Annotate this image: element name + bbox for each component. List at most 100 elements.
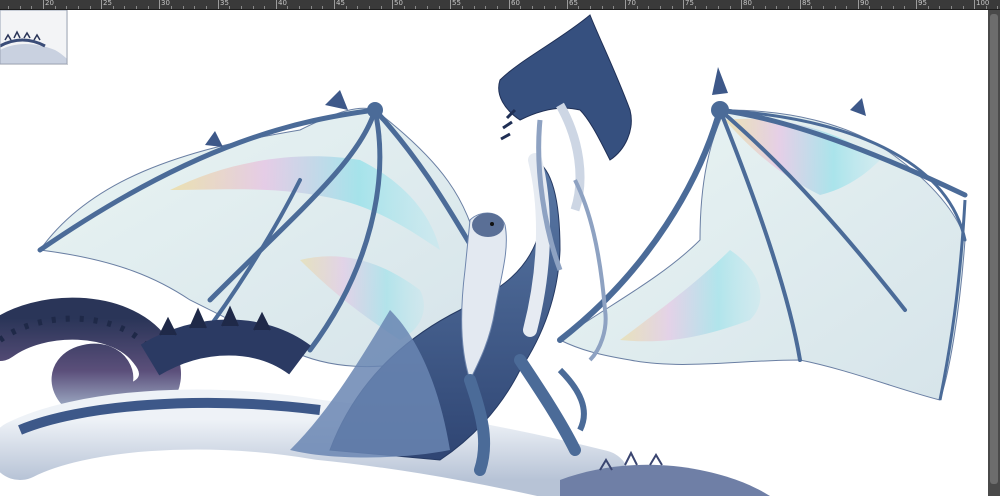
ruler-label: 85 (802, 0, 811, 7)
ruler-minor-tick (835, 6, 836, 9)
ruler-label: 90 (860, 0, 869, 7)
ruler-minor-tick (8, 6, 9, 9)
ruler-major-tick (276, 0, 277, 9)
ruler-label: 65 (569, 0, 578, 7)
ruler-minor-tick (136, 6, 137, 9)
ruler-minor-tick (20, 6, 21, 9)
navigator-preview-icon (0, 10, 67, 64)
ruler-minor-tick (544, 6, 545, 9)
ruler-minor-tick (520, 6, 521, 9)
drawing-app-window: 20 25 30 35 40 45 50 55 60 65 70 75 80 85 90 95 100 (0, 0, 1000, 496)
ruler-major-tick (450, 0, 451, 9)
vertical-scrollbar[interactable] (988, 10, 1000, 496)
ruler-minor-tick (951, 6, 952, 9)
ruler-label: 40 (278, 0, 287, 7)
ruler-minor-tick (148, 6, 149, 9)
ruler-label: 95 (918, 0, 927, 7)
ruler-major-tick (858, 0, 859, 9)
ruler-label: 70 (627, 0, 636, 7)
ruler-minor-tick (229, 6, 230, 9)
ruler-minor-tick (462, 6, 463, 9)
ruler-label: 60 (511, 0, 520, 7)
ruler-minor-tick (90, 6, 91, 9)
ruler-minor-tick (823, 6, 824, 9)
ruler-minor-tick (776, 6, 777, 9)
ruler-minor-tick (730, 6, 731, 9)
ruler-minor-tick (241, 6, 242, 9)
ruler-minor-tick (369, 6, 370, 9)
ruler-minor-tick (765, 6, 766, 9)
ruler-minor-tick (846, 6, 847, 9)
ruler-minor-tick (357, 6, 358, 9)
ruler-minor-tick (637, 6, 638, 9)
ruler-label: 30 (161, 0, 170, 7)
ruler-minor-tick (124, 6, 125, 9)
ruler-minor-tick (381, 6, 382, 9)
ruler-minor-tick (869, 6, 870, 9)
ruler-minor-tick (31, 6, 32, 9)
ruler-minor-tick (672, 6, 673, 9)
ruler-minor-tick (613, 6, 614, 9)
ruler-major-tick (800, 0, 801, 9)
scrollbar-thumb[interactable] (990, 14, 998, 484)
ruler-minor-tick (299, 6, 300, 9)
ruler-minor-tick (206, 6, 207, 9)
ruler-minor-tick (264, 6, 265, 9)
ruler-minor-tick (986, 6, 987, 9)
ruler-major-tick (683, 0, 684, 9)
ruler-label: 25 (103, 0, 112, 7)
ruler-minor-tick (555, 6, 556, 9)
ruler-minor-tick (171, 6, 172, 9)
ruler-minor-tick (113, 6, 114, 9)
ruler-major-tick (509, 0, 510, 9)
ruler-major-tick (218, 0, 219, 9)
ruler-label: 80 (743, 0, 752, 7)
ruler-minor-tick (311, 6, 312, 9)
ruler-major-tick (392, 0, 393, 9)
ruler-minor-tick (963, 6, 964, 9)
horizontal-ruler[interactable]: 20 25 30 35 40 45 50 55 60 65 70 75 80 85 90 95 100 (0, 0, 1000, 10)
ruler-minor-tick (660, 6, 661, 9)
ruler-label: 55 (452, 0, 461, 7)
ruler-minor-tick (194, 6, 195, 9)
ruler-minor-tick (706, 6, 707, 9)
ruler-major-tick (334, 0, 335, 9)
ruler-label: 50 (394, 0, 403, 7)
ruler-minor-tick (404, 6, 405, 9)
ruler-label: 45 (336, 0, 345, 7)
ruler-major-tick (625, 0, 626, 9)
ruler-minor-tick (718, 6, 719, 9)
ruler-minor-tick (346, 6, 347, 9)
ruler-minor-tick (602, 6, 603, 9)
ruler-minor-tick (753, 6, 754, 9)
navigator-thumbnail[interactable] (0, 10, 68, 65)
ruler-minor-tick (55, 6, 56, 9)
ruler-major-tick (101, 0, 102, 9)
ruler-minor-tick (253, 6, 254, 9)
ruler-minor-tick (695, 6, 696, 9)
ruler-minor-tick (904, 6, 905, 9)
drawing-canvas[interactable] (0, 10, 988, 496)
ruler-minor-tick (78, 6, 79, 9)
ruler-minor-tick (287, 6, 288, 9)
ruler-minor-tick (893, 6, 894, 9)
ruler-minor-tick (322, 6, 323, 9)
ruler-minor-tick (788, 6, 789, 9)
ruler-label: 35 (220, 0, 229, 7)
ruler-major-tick (567, 0, 568, 9)
ruler-minor-tick (439, 6, 440, 9)
ruler-minor-tick (532, 6, 533, 9)
ruler-minor-tick (997, 6, 998, 9)
ruler-minor-tick (474, 6, 475, 9)
ruler-major-tick (43, 0, 44, 9)
ruler-major-tick (741, 0, 742, 9)
ruler-major-tick (974, 0, 975, 9)
ruler-minor-tick (811, 6, 812, 9)
ruler-minor-tick (427, 6, 428, 9)
dragon-artwork (0, 14, 968, 496)
ruler-minor-tick (183, 6, 184, 9)
ruler-minor-tick (66, 6, 67, 9)
ruler-minor-tick (485, 6, 486, 9)
ruler-label: 75 (685, 0, 694, 7)
ruler-minor-tick (578, 6, 579, 9)
